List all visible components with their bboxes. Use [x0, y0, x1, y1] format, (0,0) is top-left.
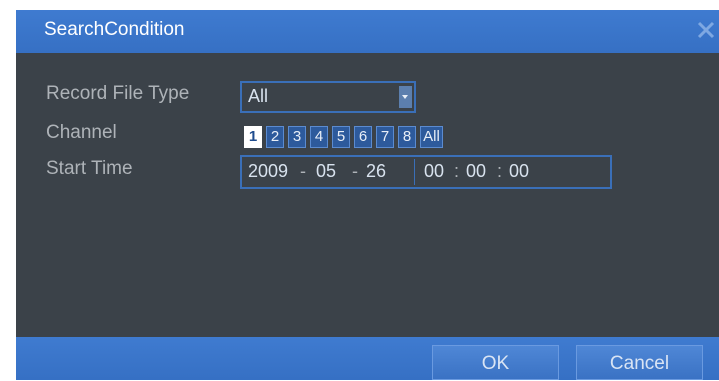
start-time-label: Start Time [46, 158, 133, 179]
date-separator: - [300, 161, 306, 181]
channel-3-checkbox[interactable]: 3 [288, 126, 306, 148]
search-condition-dialog: SearchCondition Record File Type All Cha… [16, 10, 719, 380]
cancel-button[interactable]: Cancel [576, 345, 703, 380]
close-icon[interactable] [691, 15, 719, 45]
time-separator: : [497, 161, 503, 181]
minute-field[interactable]: 00 [466, 161, 486, 182]
channel-5-checkbox[interactable]: 5 [332, 126, 350, 148]
channel-all-checkbox[interactable]: All [420, 126, 443, 148]
chevron-down-icon[interactable] [399, 86, 412, 108]
date-time-divider [414, 159, 415, 185]
title-bar[interactable]: SearchCondition [16, 10, 719, 53]
channel-8-checkbox[interactable]: 8 [398, 126, 416, 148]
day-field[interactable]: 26 [366, 161, 386, 182]
channel-1-checkbox[interactable]: 1 [244, 126, 262, 148]
ok-button[interactable]: OK [432, 345, 559, 380]
time-separator: : [454, 161, 460, 181]
second-field[interactable]: 00 [509, 161, 529, 182]
month-field[interactable]: 05 [316, 161, 336, 182]
channel-6-checkbox[interactable]: 6 [354, 126, 372, 148]
channel-4-checkbox[interactable]: 4 [310, 126, 328, 148]
channel-2-checkbox[interactable]: 2 [266, 126, 284, 148]
start-time-field[interactable]: 2009 - 05 - 26 00 : 00 : 00 [240, 155, 612, 189]
channel-label: Channel [46, 122, 117, 143]
channel-selector: 1 2 3 4 5 6 7 8 All [244, 126, 443, 150]
hour-field[interactable]: 00 [424, 161, 444, 182]
date-separator: - [352, 161, 358, 181]
dialog-footer: OK Cancel [16, 337, 719, 380]
year-field[interactable]: 2009 [248, 161, 288, 182]
record-file-type-label: Record File Type [46, 83, 190, 104]
record-file-type-select[interactable]: All [240, 81, 416, 113]
channel-7-checkbox[interactable]: 7 [376, 126, 394, 148]
record-file-type-value: All [248, 86, 269, 106]
dialog-title: SearchCondition [44, 19, 185, 40]
